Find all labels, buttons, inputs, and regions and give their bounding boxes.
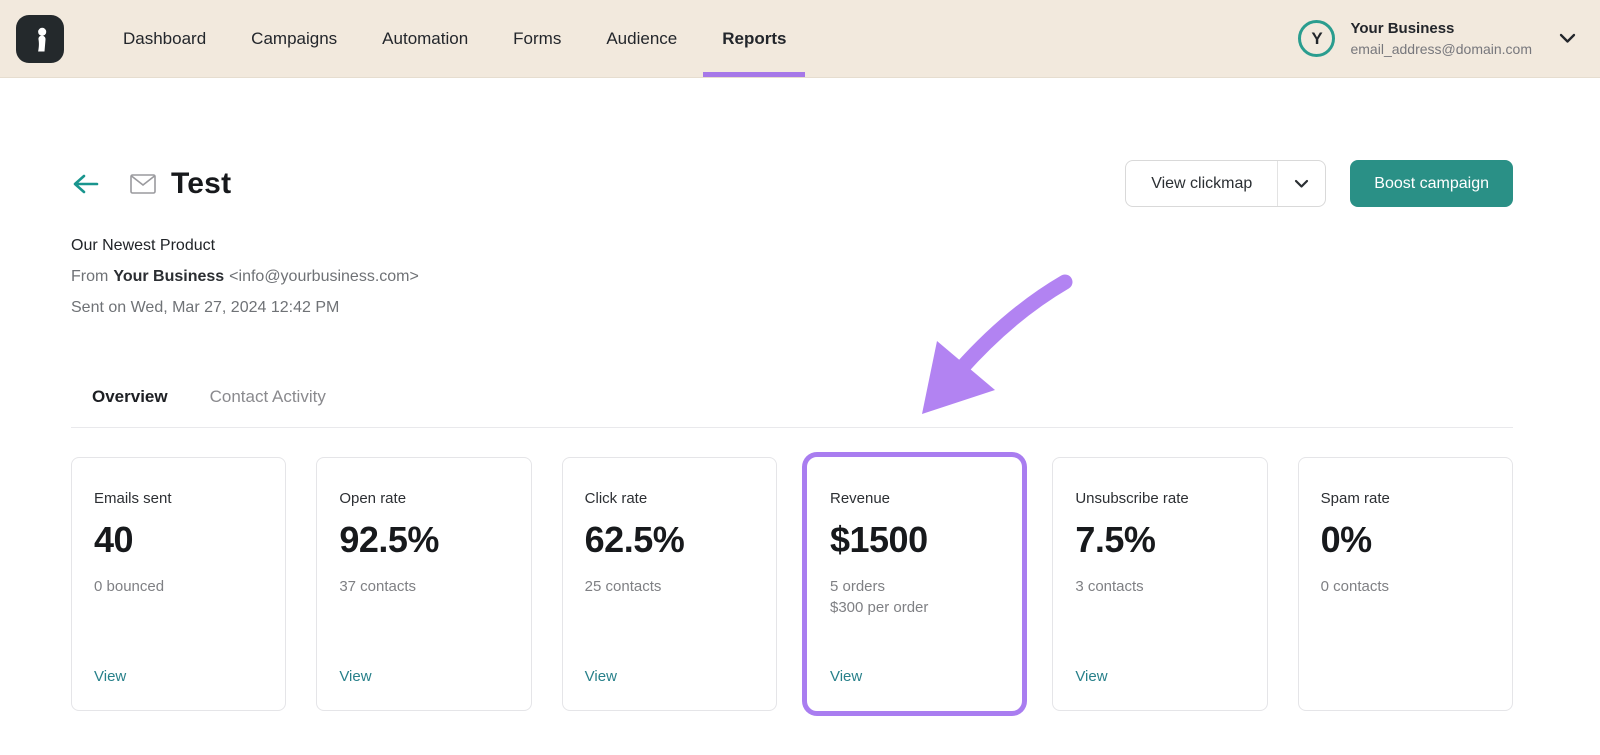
report-page: Test View clickmap Boost campaign Our Ne… [0, 160, 1600, 711]
stats-cards-row: Emails sent 40 0 bounced View Open rate 92.5%… [71, 457, 1513, 711]
stat-card-open-rate: Open rate 92.5% 37 contacts View [316, 457, 532, 711]
chevron-down-icon[interactable] [1559, 33, 1576, 44]
campaign-info: Our Newest Product From Your Business <inf… [71, 237, 1513, 317]
stat-card-subtext: 3 contacts [1075, 576, 1244, 597]
stat-card-value: 92.5% [339, 519, 439, 560]
stat-card-subtext-line: $300 per order [829, 599, 929, 616]
app-logo[interactable] [16, 14, 64, 63]
stat-card-emails-sent: Emails sent 40 0 bounced View [71, 457, 287, 711]
top-nav: Dashboard Campaigns Automation Forms Audienc… [0, 0, 1600, 78]
omnisend-logo-icon [25, 23, 55, 55]
email-campaign-icon [130, 173, 156, 194]
tab-contact-activity[interactable]: Contact Activity [210, 387, 326, 427]
nav-item-audience[interactable]: Audience [604, 0, 679, 77]
tab-overview[interactable]: Overview [92, 387, 168, 427]
account-text: Your Business email_address@domain.com [1350, 20, 1532, 57]
stat-card-value: 7.5% [1075, 519, 1156, 560]
view-link[interactable]: View [94, 668, 126, 685]
campaign-from-line: From Your Business <info@yourbusiness.com> [71, 268, 1513, 286]
boost-campaign-button[interactable]: Boost campaign [1350, 160, 1513, 207]
report-tabs: Overview Contact Activity [71, 387, 1513, 427]
stat-card-subtext: 37 contacts [339, 576, 508, 597]
stat-card-value: 62.5% [584, 519, 685, 560]
stat-card-subtext-line: 3 contacts [1075, 578, 1144, 595]
header-actions: View clickmap Boost campaign [1125, 160, 1513, 207]
back-button[interactable] [71, 172, 99, 196]
view-link[interactable]: View [1075, 668, 1107, 685]
account-name: Your Business [1350, 20, 1455, 37]
nav-item-dashboard[interactable]: Dashboard [121, 0, 208, 77]
campaign-subject: Our Newest Product [71, 237, 216, 254]
view-link[interactable]: View [585, 668, 617, 685]
stat-card-subtext: 0 bounced [94, 576, 263, 597]
stat-card-label: Click rate [584, 490, 648, 507]
account-email: email_address@domain.com [1350, 41, 1532, 57]
stat-card-value: 0% [1320, 519, 1373, 560]
view-clickmap-split-button: View clickmap [1125, 160, 1327, 207]
view-clickmap-dropdown-button[interactable] [1277, 161, 1325, 206]
stat-card-subtext-line: 25 contacts [584, 578, 662, 595]
chevron-down-icon [1294, 179, 1309, 189]
from-email: <info@yourbusiness.com> [229, 268, 419, 285]
stat-card-label: Unsubscribe rate [1075, 490, 1189, 507]
view-clickmap-button[interactable]: View clickmap [1126, 161, 1277, 206]
stat-card-subtext: 5 orders $300 per order [830, 576, 999, 618]
nav-item-automation[interactable]: Automation [380, 0, 470, 77]
back-arrow-icon [71, 172, 99, 196]
avatar: Y [1298, 20, 1336, 57]
stat-card-unsubscribe-rate: Unsubscribe rate 7.5% 3 contacts View [1052, 457, 1268, 711]
stat-card-value: 40 [94, 519, 134, 560]
primary-nav: Dashboard Campaigns Automation Forms Audienc… [121, 0, 806, 77]
report-header: Test View clickmap Boost campaign [71, 160, 1513, 207]
view-link[interactable]: View [830, 668, 862, 685]
nav-item-forms[interactable]: Forms [511, 0, 563, 77]
stat-card-spam-rate: Spam rate 0% 0 contacts [1297, 457, 1513, 711]
account-menu[interactable]: Y Your Business email_address@domain.com [1298, 20, 1576, 57]
tabs-divider [71, 427, 1513, 428]
nav-item-campaigns[interactable]: Campaigns [249, 0, 339, 77]
nav-item-reports[interactable]: Reports [703, 0, 806, 77]
stat-card-subtext-line: 0 bounced [94, 578, 165, 595]
stat-card-label: Revenue [829, 490, 891, 507]
stat-card-click-rate: Click rate 62.5% 25 contacts View [561, 457, 777, 711]
stat-card-label: Spam rate [1320, 490, 1390, 507]
stat-card-subtext: 25 contacts [585, 576, 754, 597]
page-title: Test [171, 166, 232, 200]
avatar-initial: Y [1311, 28, 1323, 48]
view-link[interactable]: View [339, 668, 371, 685]
campaign-sent-line: Sent on Wed, Mar 27, 2024 12:42 PM [71, 299, 340, 316]
stat-card-subtext: 0 contacts [1321, 576, 1490, 597]
stat-card-subtext-line: 5 orders [829, 578, 886, 595]
stat-card-label: Emails sent [94, 490, 172, 507]
stat-card-value: $1500 [829, 519, 928, 560]
stat-card-revenue: Revenue $1500 5 orders $300 per order View [806, 457, 1023, 711]
from-prefix: From [71, 268, 109, 285]
stat-card-subtext-line: 0 contacts [1320, 578, 1390, 595]
stat-card-label: Open rate [339, 490, 407, 507]
stat-card-subtext-line: 37 contacts [339, 578, 417, 595]
from-name: Your Business [113, 268, 225, 285]
